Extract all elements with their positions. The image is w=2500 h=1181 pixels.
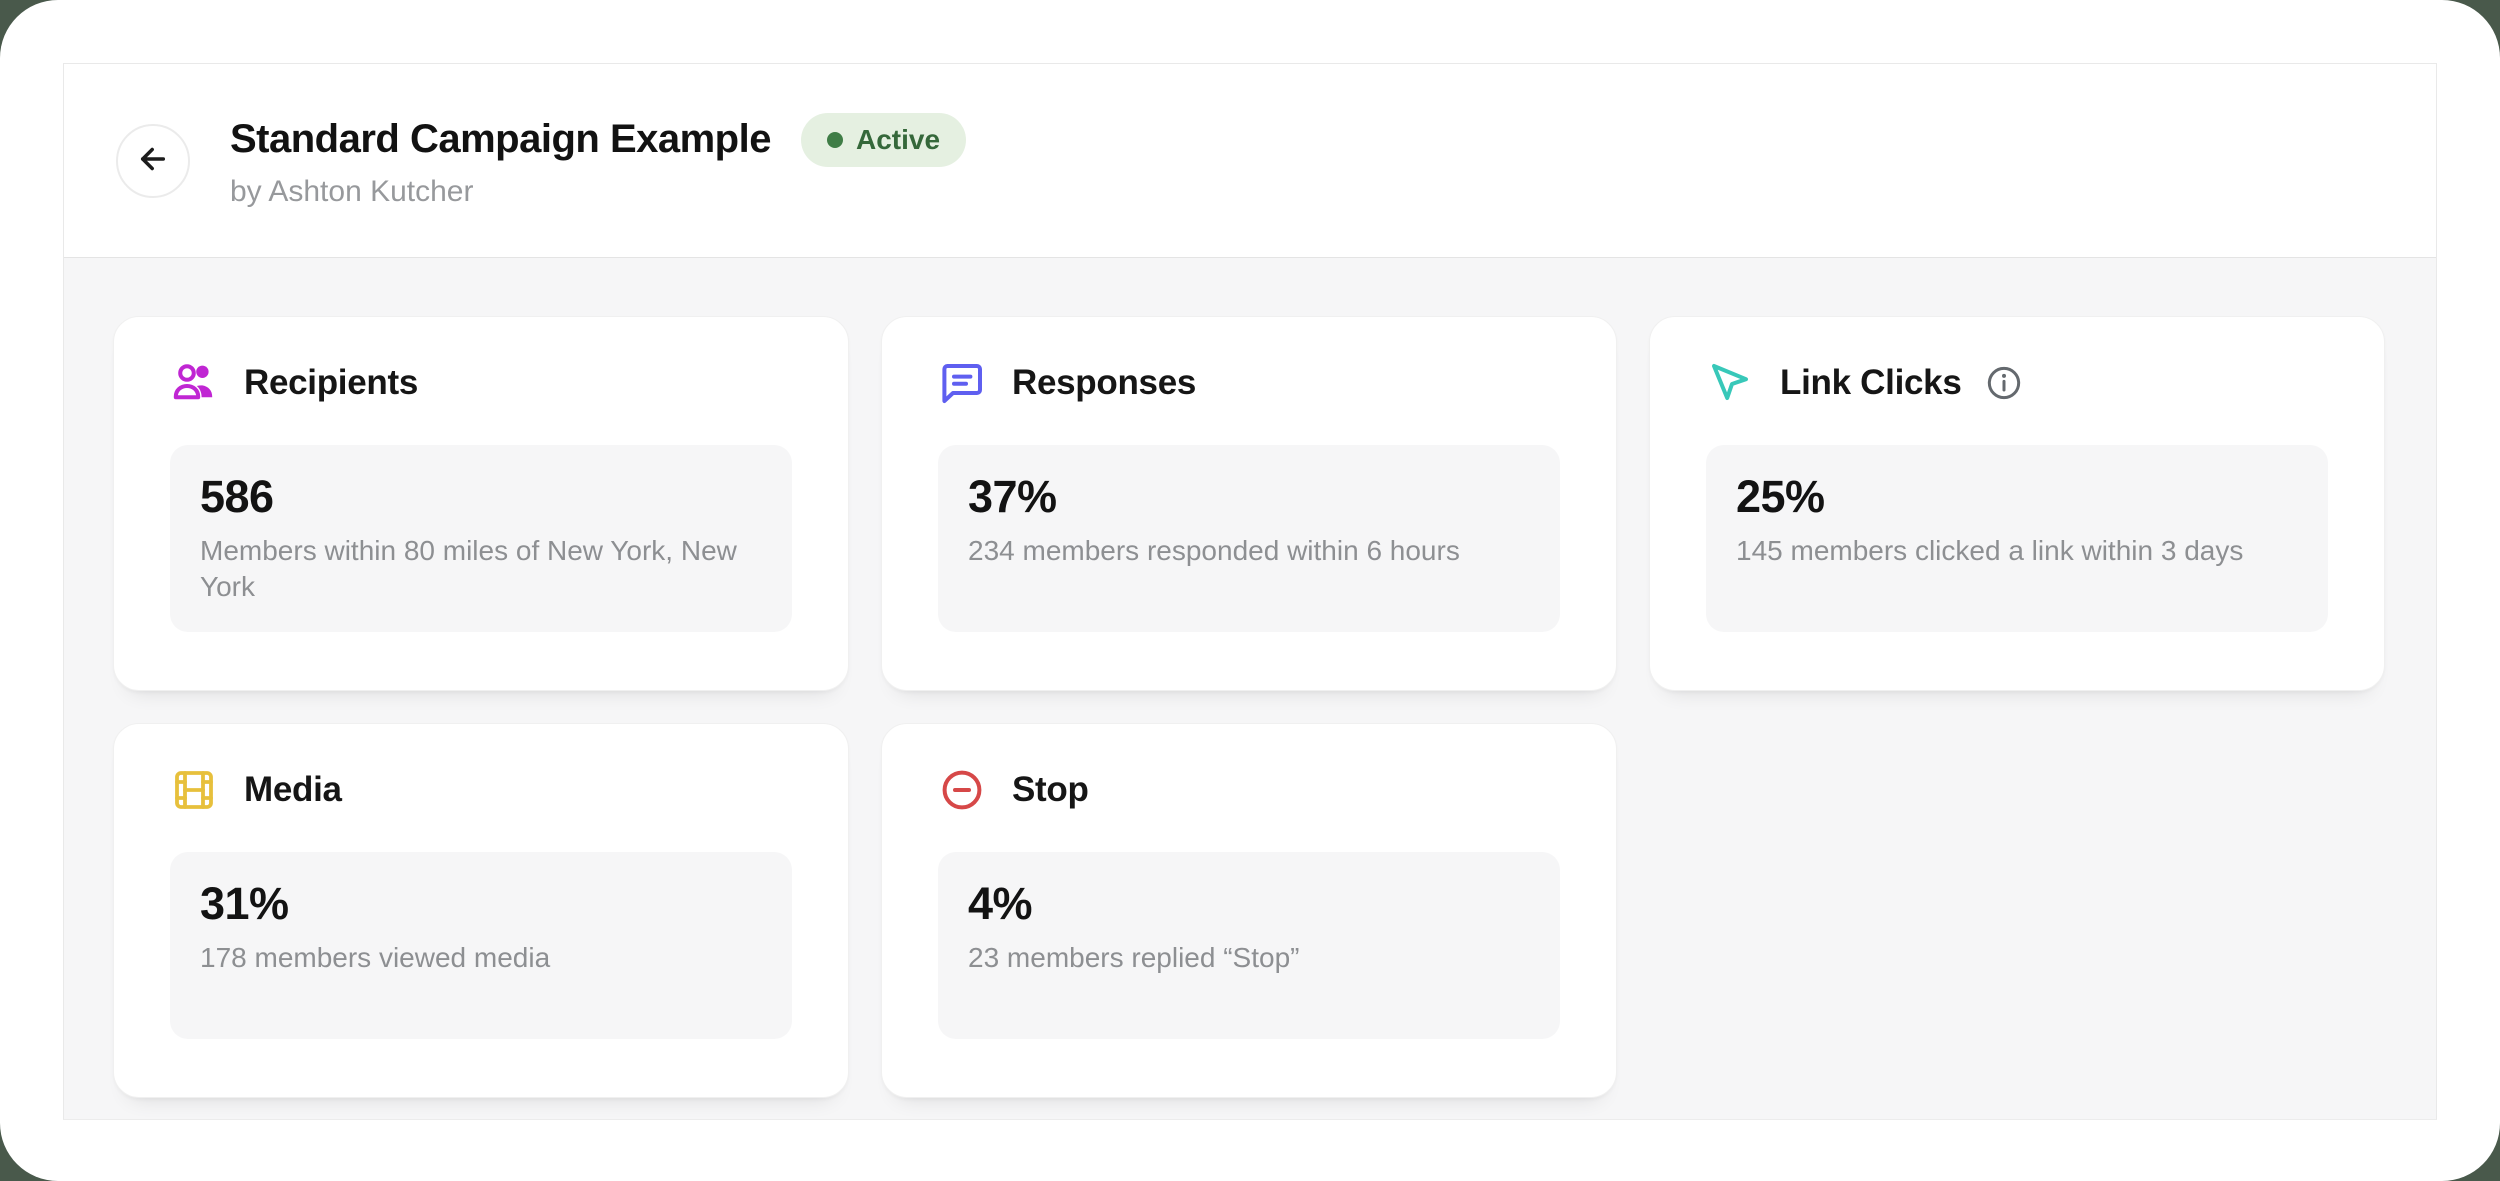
film-icon — [170, 766, 218, 814]
stat-card: Media 31% 178 members viewed media — [113, 723, 849, 1098]
cursor-pointer-icon — [1706, 359, 1754, 407]
info-icon[interactable] — [1984, 363, 2024, 403]
arrow-left-icon — [134, 140, 172, 181]
stat-box: 4% 23 members replied “Stop” — [938, 852, 1560, 1039]
stat-card-header: Link Clicks — [1706, 359, 2328, 407]
campaign-header: Standard Campaign Example Active by Asht… — [64, 64, 2436, 258]
stat-value: 4% — [968, 880, 1530, 927]
campaign-detail-panel: Standard Campaign Example Active by Asht… — [63, 63, 2437, 1120]
stat-box: 586 Members within 80 miles of New York,… — [170, 445, 792, 632]
stat-box: 37% 234 members responded within 6 hours — [938, 445, 1560, 632]
stat-card: Link Clicks 25% 145 members clicked a li… — [1649, 316, 2385, 691]
users-icon — [170, 359, 218, 407]
message-square-icon — [938, 359, 986, 407]
title-block: Standard Campaign Example Active by Asht… — [230, 113, 966, 209]
stat-card-header: Media — [170, 766, 792, 814]
back-button[interactable] — [116, 124, 190, 198]
status-badge: Active — [801, 113, 966, 167]
stat-box: 25% 145 members clicked a link within 3 … — [1706, 445, 2328, 632]
stat-value: 37% — [968, 473, 1530, 520]
stat-box: 31% 178 members viewed media — [170, 852, 792, 1039]
stat-description: 234 members responded within 6 hours — [968, 533, 1530, 569]
status-dot-icon — [827, 132, 843, 148]
status-badge-label: Active — [856, 124, 940, 156]
stat-description: 145 members clicked a link within 3 days — [1736, 533, 2298, 569]
stat-value: 586 — [200, 473, 762, 520]
stat-value: 25% — [1736, 473, 2298, 520]
stat-description: 178 members viewed media — [200, 940, 762, 976]
stat-card: Responses 37% 234 members responded with… — [881, 316, 1617, 691]
cards-grid: Recipients 586 Members within 80 miles o… — [64, 258, 2436, 1119]
stat-card-header: Stop — [938, 766, 1560, 814]
stat-value: 31% — [200, 880, 762, 927]
stat-description: Members within 80 miles of New York, New… — [200, 533, 762, 605]
app-window: Standard Campaign Example Active by Asht… — [0, 0, 2500, 1181]
campaign-author: by Ashton Kutcher — [230, 175, 966, 209]
stat-description: 23 members replied “Stop” — [968, 940, 1530, 976]
stop-circle-icon — [938, 766, 986, 814]
page-title: Standard Campaign Example — [230, 117, 771, 162]
stat-card-header: Recipients — [170, 359, 792, 407]
stat-card: Stop 4% 23 members replied “Stop” — [881, 723, 1617, 1098]
stat-card: Recipients 586 Members within 80 miles o… — [113, 316, 849, 691]
stat-card-header: Responses — [938, 359, 1560, 407]
